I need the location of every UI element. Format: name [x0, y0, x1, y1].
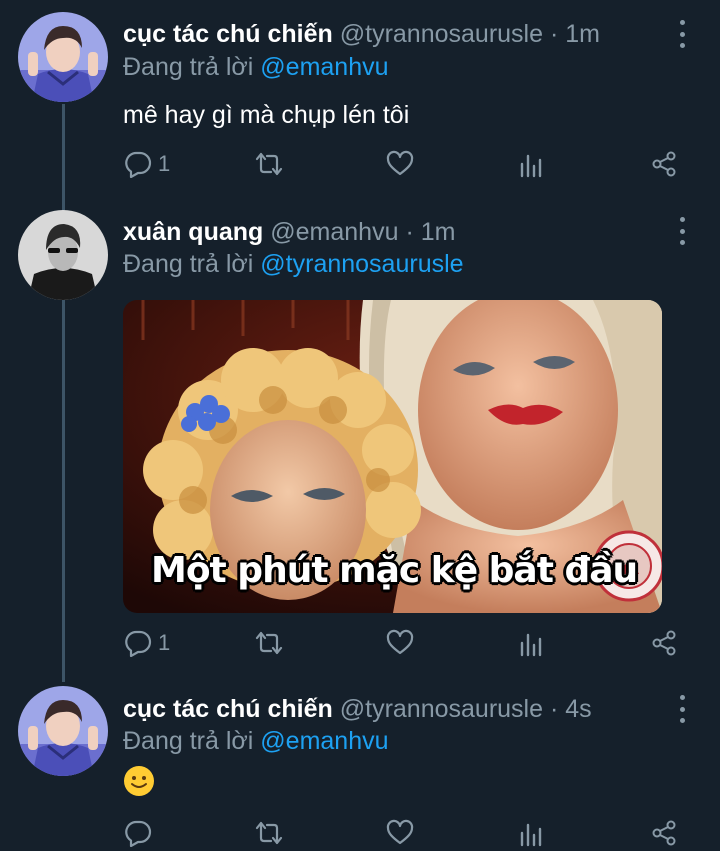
like-icon: [386, 819, 414, 845]
share-button[interactable]: [650, 625, 678, 661]
tweet-header: cục tác chú chiến @tyrannosaurusle · 4s: [123, 694, 592, 724]
tweet-media-image[interactable]: Một phút mặc kệ bắt đầu: [123, 300, 662, 613]
reply-count: 1: [158, 630, 171, 655]
avatar-user-monochrome-icon: [18, 210, 108, 300]
retweet-button[interactable]: [254, 146, 284, 182]
tweet-actions: [0, 815, 720, 851]
replying-prefix: Đang trả lời: [123, 53, 254, 81]
tweet-header: cục tác chú chiến @tyrannosaurusle · 1m: [123, 19, 600, 49]
share-button[interactable]: [650, 146, 678, 182]
share-icon: [652, 151, 676, 177]
more-icon[interactable]: [674, 695, 690, 723]
more-icon[interactable]: [674, 217, 690, 245]
like-icon: [386, 150, 414, 176]
analytics-button[interactable]: [519, 146, 545, 182]
analytics-button[interactable]: [519, 815, 545, 851]
more-icon[interactable]: [674, 20, 690, 48]
avatar[interactable]: [18, 12, 108, 102]
avatar-user-purple-icon: [18, 12, 108, 102]
like-button[interactable]: [386, 815, 414, 851]
retweet-button[interactable]: [254, 625, 284, 661]
user-handle[interactable]: @tyrannosaurusle: [340, 695, 543, 723]
replying-to: Đang trả lời @emanhvu: [123, 726, 389, 756]
reply-button[interactable]: 1: [124, 146, 170, 182]
user-handle[interactable]: @tyrannosaurusle: [340, 20, 543, 48]
display-name[interactable]: cục tác chú chiến: [123, 695, 333, 723]
display-name[interactable]: xuân quang: [123, 218, 263, 246]
reply-count: 1: [158, 151, 171, 176]
tweet-header: xuân quang @emanhvu · 1m: [123, 217, 455, 247]
retweet-icon: [255, 152, 283, 176]
tweet-1[interactable]: cục tác chú chiến @tyrannosaurusle · 1m …: [0, 0, 720, 200]
mention-link[interactable]: @tyrannosaurusle: [260, 250, 463, 278]
like-button[interactable]: [386, 146, 414, 182]
reply-icon: [125, 820, 152, 847]
share-button[interactable]: [650, 815, 678, 851]
retweet-icon: [255, 821, 283, 845]
reply-icon: [125, 630, 152, 657]
separator-dot: ·: [549, 20, 559, 48]
like-icon: [386, 629, 414, 655]
avatar-user-purple-icon: [18, 686, 108, 776]
reply-button[interactable]: [124, 815, 152, 851]
tweet-text: mê hay gì mà chụp lén tôi: [123, 101, 410, 129]
analytics-icon: [520, 823, 542, 847]
share-icon: [652, 820, 676, 846]
avatar[interactable]: [18, 686, 108, 776]
avatar[interactable]: [18, 210, 108, 300]
retweet-icon: [255, 631, 283, 655]
separator-dot: ·: [405, 218, 414, 246]
reply-button[interactable]: 1: [124, 625, 170, 661]
display-name[interactable]: cục tác chú chiến: [123, 20, 333, 48]
timestamp[interactable]: 1m: [565, 20, 600, 48]
analytics-icon: [520, 633, 542, 657]
like-button[interactable]: [386, 625, 414, 661]
reply-icon: [125, 151, 152, 178]
mention-link[interactable]: @emanhvu: [260, 53, 388, 81]
meme-caption: Một phút mặc kệ bắt đầu: [151, 550, 638, 591]
replying-prefix: Đang trả lời: [123, 250, 254, 278]
tweet-actions: 1: [0, 625, 720, 661]
timestamp[interactable]: 1m: [421, 218, 456, 246]
mention-link[interactable]: @emanhvu: [260, 727, 388, 755]
separator-dot: ·: [549, 695, 559, 723]
analytics-button[interactable]: [519, 625, 545, 661]
analytics-icon: [520, 154, 542, 178]
replying-to: Đang trả lời @tyrannosaurusle: [123, 249, 464, 279]
timestamp[interactable]: 4s: [565, 695, 591, 723]
tweet-actions: 1: [0, 146, 720, 182]
replying-prefix: Đang trả lời: [123, 727, 254, 755]
replying-to: Đang trả lời @emanhvu: [123, 52, 389, 82]
retweet-button[interactable]: [254, 815, 284, 851]
slightly-smiling-face-icon: [123, 765, 155, 797]
user-handle[interactable]: @emanhvu: [270, 218, 398, 246]
share-icon: [652, 630, 676, 656]
